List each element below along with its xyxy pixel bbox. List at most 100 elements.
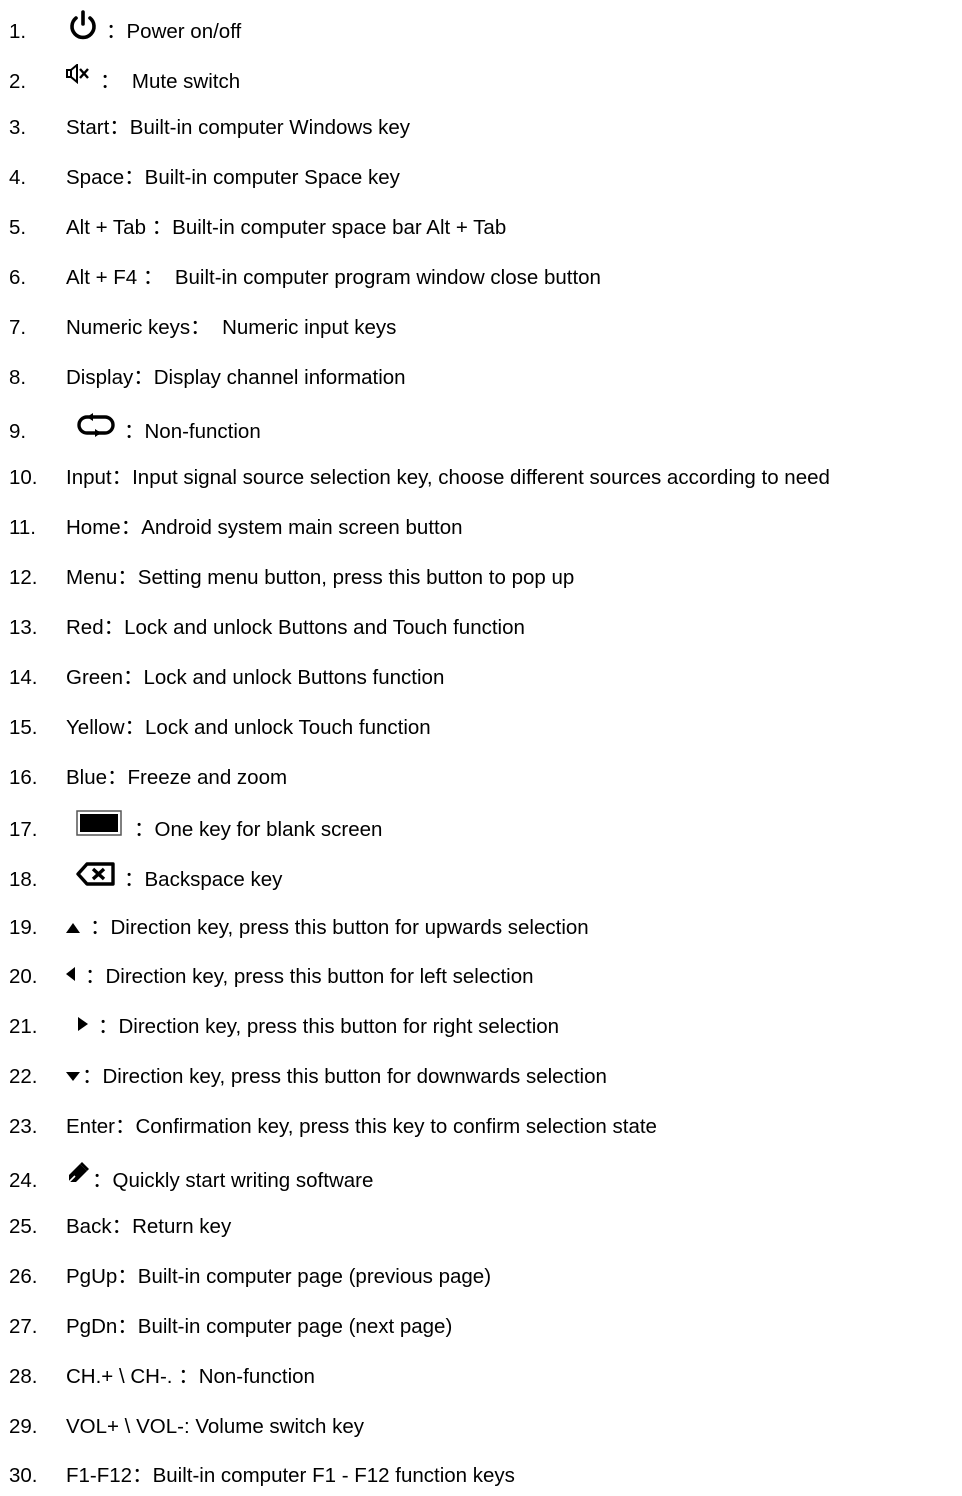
list-item: 28. CH.+ \ CH-. ：Non-function [0,1357,962,1397]
list-item: 4. Space：Built-in computer Space key [0,158,962,198]
item-description: Lock and unlock Buttons and Touch functi… [124,616,525,639]
separator: ： [133,366,154,389]
item-description: Input signal source selection key, choos… [132,466,830,489]
item-number: 20. [9,965,38,988]
list-item: 10. Input：Input signal source selection k… [0,458,962,498]
item-number: 4. [9,166,27,189]
item-number: 23. [9,1115,38,1138]
separator: ： [117,1265,138,1288]
item-description: Built-in computer page (previous page) [137,1265,492,1288]
list-item: 23. Enter：Confirmation key, press this ke… [0,1107,962,1147]
item-number: 27. [9,1315,38,1338]
item-description: Non-function [144,420,261,443]
separator: ： [117,1315,138,1338]
item-label: Space [66,166,125,189]
item-description: Built-in computer Windows key [129,116,411,139]
item-number: 2. [9,70,27,93]
arrow-right-icon [78,1016,88,1031]
separator: ： [92,1169,113,1192]
item-description: Direction key, press this button for dow… [102,1065,607,1088]
separator: ： [120,516,142,539]
item-number: 14. [9,666,38,689]
item-label: Green [66,666,123,689]
list-item: 6. Alt + F4 ： Built-in computer program w… [0,258,962,298]
separator: ： [117,566,138,589]
separator: ： [124,716,146,739]
item-description: Lock and unlock Touch function [145,716,431,739]
item-number: 30. [9,1464,38,1487]
item-number: 15. [9,716,38,739]
list-item: 17. ：One key for blank screen [0,809,962,850]
item-number: 5. [9,216,27,239]
item-number: 21. [9,1015,38,1038]
separator: ： [111,466,133,489]
separator: ： [142,266,175,289]
power-icon [66,9,100,40]
item-description: Non-function [198,1365,315,1388]
item-number: 6. [9,266,27,289]
arrow-left-icon [66,966,75,981]
pen-icon [66,1161,90,1185]
list-item: 27. PgDn：Built-in computer page (next pag… [0,1307,962,1347]
list-item: 15. Yellow：Lock and unlock Touch function [0,708,962,748]
separator: ： [124,868,145,891]
item-description: Direction key, press this button for upw… [110,916,589,939]
list-item: 16. Blue：Freeze and zoom [0,758,962,798]
item-label: Alt + F4 [66,266,143,289]
item-label: Back [66,1215,112,1238]
separator: ： [190,316,223,339]
item-label: Red [66,616,104,639]
list-item: 5. Alt + Tab ：Built-in computer space bar… [0,208,962,248]
item-description: Freeze and zoom [127,766,288,789]
separator: ： [82,1065,103,1088]
list-item: 9. ：Non-function [0,412,962,452]
item-label: Alt + Tab [66,216,152,239]
item-number: 13. [9,616,38,639]
item-label: Display [66,366,134,389]
item-description: Built-in computer program window close b… [174,266,601,289]
list-item: 11. Home：Android system main screen butto… [0,508,962,548]
item-description: Direction key, press this button for lef… [105,965,534,988]
separator: ： [115,1115,136,1138]
item-number: 18. [9,868,38,891]
item-description: Quickly start writing software [112,1169,374,1192]
item-description: Lock and unlock Buttons function [143,666,445,689]
list-item: 26. PgUp：Built-in computer page (previous… [0,1257,962,1297]
item-number: 8. [9,366,27,389]
list-item: 1. ：Power on/off [0,9,962,52]
list-item: 2. ： Mute switch [0,62,962,102]
separator: ： [98,1015,119,1038]
separator: ： [151,216,173,239]
item-label: F1-F12 [66,1464,133,1487]
item-description: One key for blank screen [154,818,383,841]
list-item: 30. F1-F12：Built-in computer F1 - F12 fun… [0,1456,962,1496]
item-label: VOL+ \ VOL- [66,1415,184,1438]
loop-icon [76,412,116,437]
item-description: Android system main screen button [141,516,463,539]
item-number: 24. [9,1169,38,1192]
item-number: 22. [9,1065,38,1088]
separator: ： [107,766,128,789]
item-label: PgDn [66,1315,118,1338]
item-description: Return key [132,1215,232,1238]
item-label: Enter [66,1115,115,1138]
item-number: 1. [9,20,27,43]
arrow-up-icon [66,922,80,933]
separator: ： [178,1365,199,1388]
item-number: 29. [9,1415,38,1438]
list-item: 24. ：Quickly start writing software [0,1161,962,1201]
item-description: Volume switch key [195,1415,364,1438]
item-description: Built-in computer F1 - F12 function keys [152,1464,515,1487]
item-description: Built-in computer space bar Alt + Tab [172,216,507,239]
list-item: 8. Display：Display channel information [0,358,962,398]
list-item: 20. ：Direction key, press this button for… [0,957,962,997]
list-item: 3. Start：Built-in computer Windows key [0,108,962,148]
item-label: Yellow [66,716,125,739]
item-description: Built-in computer page (next page) [137,1315,453,1338]
backspace-icon [76,861,116,886]
item-description: Confirmation key, press this key to conf… [135,1115,657,1138]
separator: ： [134,818,155,841]
item-description: Mute switch [131,70,241,93]
item-label: PgUp [66,1265,118,1288]
item-number: 7. [9,316,27,339]
